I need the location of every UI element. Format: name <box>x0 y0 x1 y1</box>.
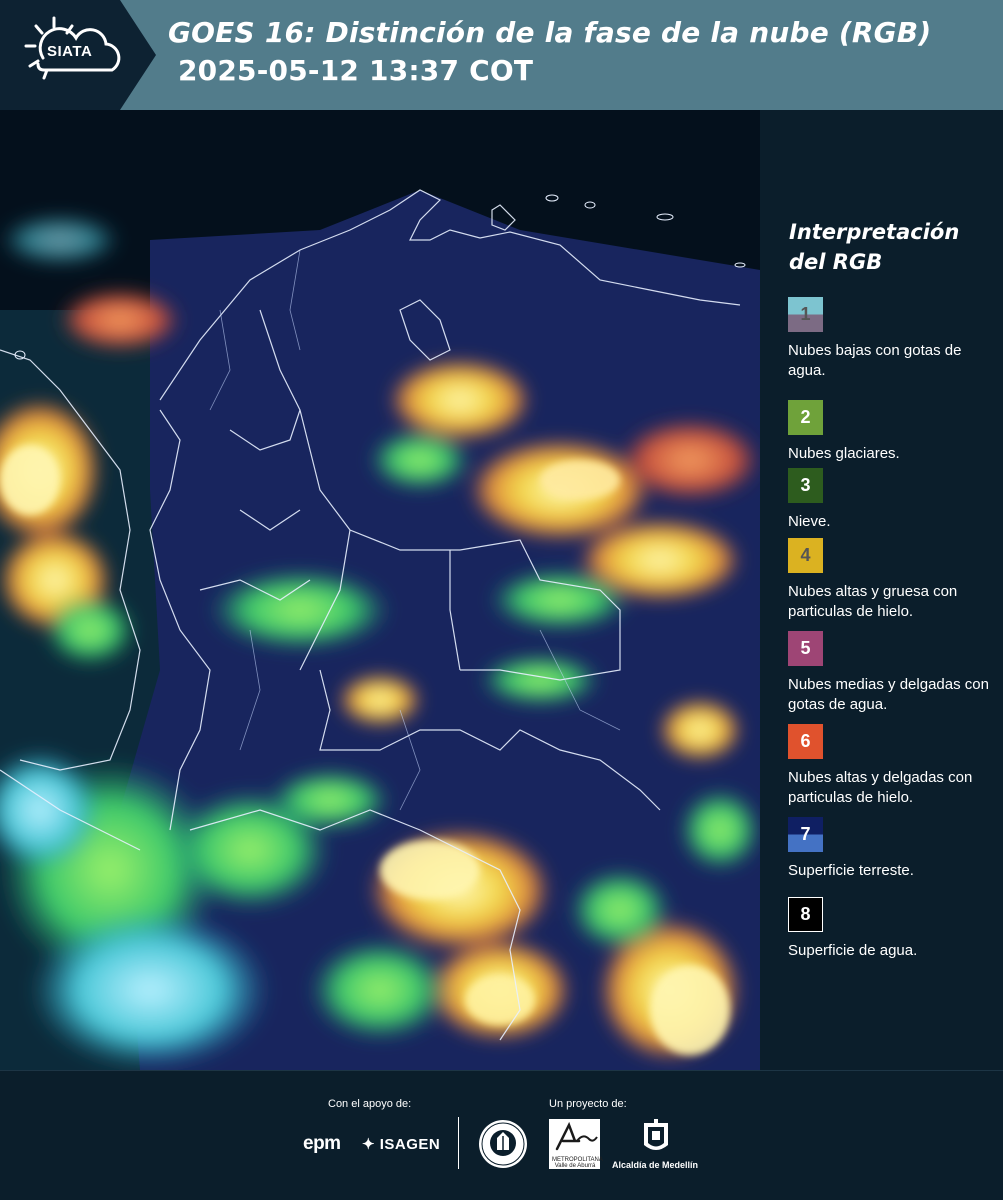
timestamp: 2025-05-12 13:37 COT <box>178 54 534 87</box>
legend-swatch-7: 7 <box>788 817 823 852</box>
legend-number: 4 <box>800 545 811 565</box>
footer-divider <box>458 1117 459 1169</box>
legend-item-5: 5 Nubes medias y delgadas con gotas de ag… <box>788 631 998 715</box>
siata-logo-text: SIATA <box>47 43 93 60</box>
isagen-logo: ✦ ISAGEN <box>362 1136 441 1153</box>
header: SIATA GOES 16: Distinción de la fase de … <box>0 0 1003 110</box>
satellite-image[interactable] <box>0 110 760 1070</box>
title-text: GOES 16: Distinción de la fase de la nub… <box>168 16 932 49</box>
page-title: GOES 16: Distinción de la fase de la nub… <box>168 14 931 90</box>
legend-label: Superficie de agua. <box>788 942 918 959</box>
legend-label: Superficie terreste. <box>788 862 914 879</box>
legend-swatch-5: 5 <box>788 631 823 666</box>
legend-number: 1 <box>800 304 811 324</box>
legend-label: Nubes medias y delgadas con gotas de agu… <box>788 676 989 713</box>
legend-swatch-3: 3 <box>788 468 823 503</box>
municipal-seal-icon <box>479 1120 527 1168</box>
legend-item-1: 1 Nubes bajas con gotas de agua. <box>788 297 998 381</box>
legend-swatch-6: 6 <box>788 724 823 759</box>
area-metropolitana-text: METROPOLITANA Valle de Aburrá <box>552 1157 603 1169</box>
legend-swatch-8: 8 <box>788 897 823 932</box>
epm-logo: epm <box>303 1133 341 1154</box>
legend-number: 8 <box>800 904 811 924</box>
legend-item-4: 4 Nubes altas y gruesa con particulas de … <box>788 538 998 622</box>
legend-label: Nubes glaciares. <box>788 445 900 462</box>
legend-swatch-2: 2 <box>788 400 823 435</box>
legend-number: 6 <box>800 731 811 751</box>
legend-item-7: 7 Superficie terreste. <box>788 817 998 881</box>
legend-title: Interpretación del RGB <box>789 220 960 274</box>
legend-number: 5 <box>800 638 811 658</box>
legend-label: Nubes altas y delgadas con particulas de… <box>788 769 973 806</box>
legend-swatch-4: 4 <box>788 538 823 573</box>
legend-number: 2 <box>800 407 811 427</box>
legend-item-3: 3 Nieve. <box>788 468 998 532</box>
legend-label: Nieve. <box>788 513 831 530</box>
satellite-image-svg <box>0 110 760 1070</box>
legend-panel: Interpretación del RGB 1 Nubes bajas con … <box>760 110 1003 1070</box>
legend-swatch-1: 1 <box>788 297 823 332</box>
area-logo-mark-icon <box>555 1121 598 1151</box>
legend-item-6: 6 Nubes altas y delgadas con particulas d… <box>788 724 998 808</box>
legend-item-8: 8 Superficie de agua. <box>788 897 998 961</box>
legend-number: 3 <box>800 475 811 495</box>
legend-item-2: 2 Nubes glaciares. <box>788 400 998 464</box>
isagen-logo-text: ISAGEN <box>379 1136 441 1153</box>
support-label: Con el apoyo de: <box>328 1098 412 1110</box>
alcaldia-shield-icon <box>644 1119 668 1150</box>
legend-label: Nubes bajas con gotas de agua. <box>788 342 962 379</box>
legend-number: 7 <box>800 824 811 844</box>
project-label: Un proyecto de: <box>549 1098 627 1110</box>
legend-label: Nubes altas y gruesa con particulas de h… <box>788 583 958 620</box>
alcaldia-text: Alcaldía de Medellín <box>612 1160 699 1170</box>
footer: Con el apoyo de: Un proyecto de: epm ✦ I… <box>0 1070 1003 1200</box>
